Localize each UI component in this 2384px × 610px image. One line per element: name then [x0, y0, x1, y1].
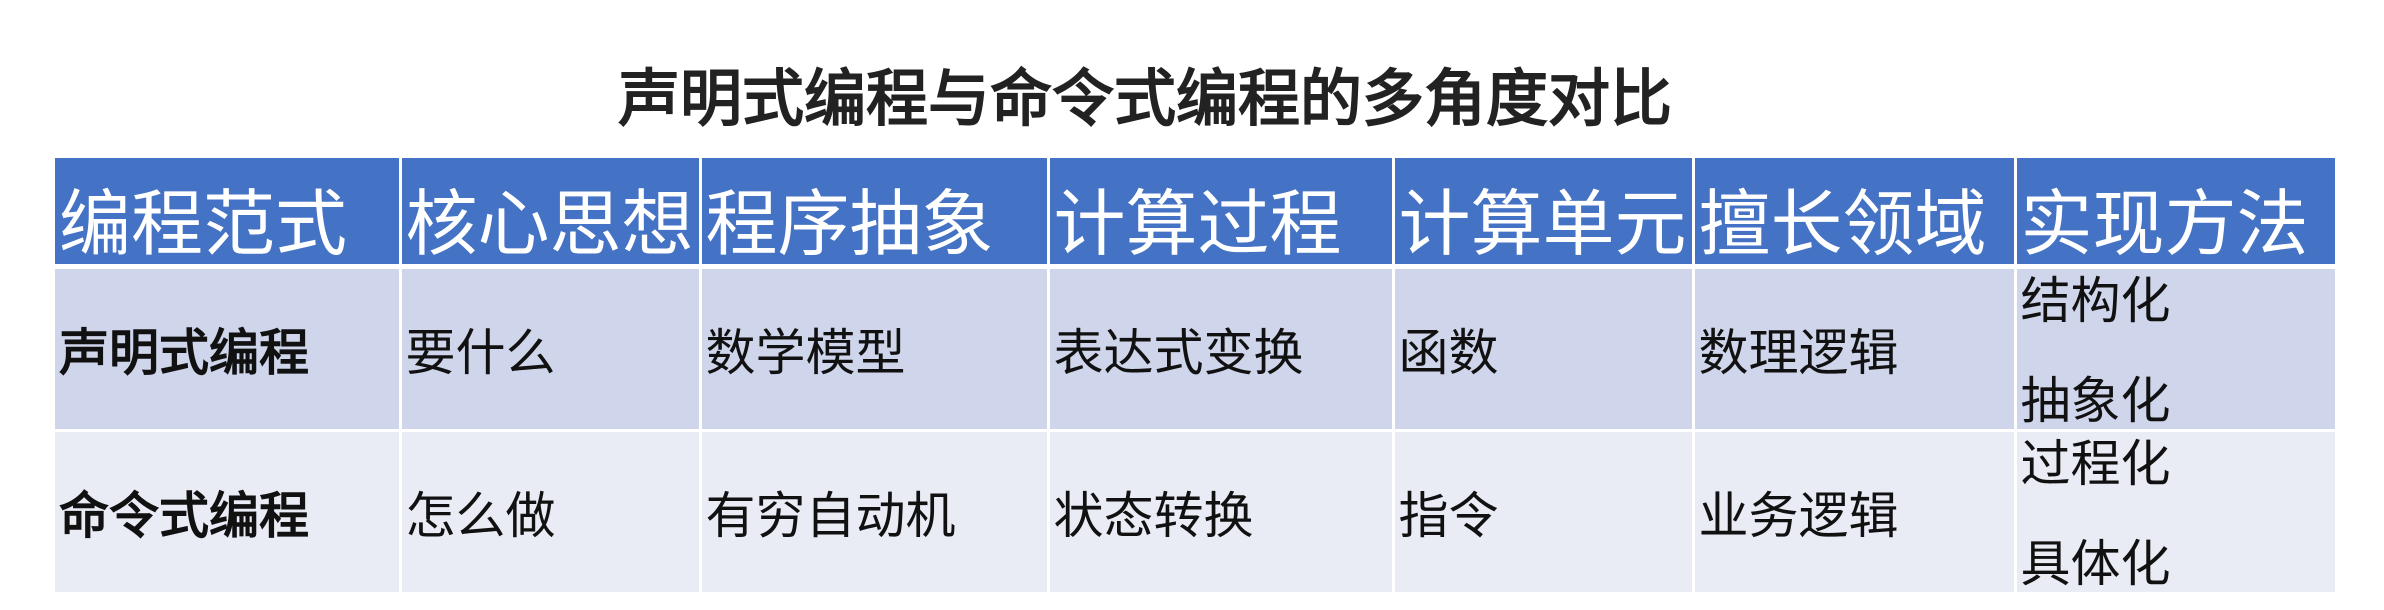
column-header-method: 实现方法 — [2015, 158, 2335, 269]
table-row: 声明式编程 要什么 数学模型 表达式变换 函数 数理逻辑 结构化 抽象化 — [55, 266, 2336, 432]
cell-unit: 函数 — [1393, 266, 1695, 432]
method-item: 结构化 — [2020, 272, 2171, 330]
method-list: 过程化 具体化 — [2021, 435, 2336, 589]
column-header-paradigm: 编程范式 — [55, 158, 402, 269]
cell-method: 过程化 具体化 — [2015, 430, 2336, 595]
page-title: 声明式编程与命令式编程的多角度对比 — [617, 62, 1672, 135]
column-header-abstraction: 程序抽象 — [700, 158, 1050, 269]
cell-abstraction: 数学模型 — [700, 266, 1050, 432]
cell-domain: 数理逻辑 — [1693, 266, 2017, 432]
table-row: 命令式编程 怎么做 有穷自动机 状态转换 指令 业务逻辑 过程化 具体化 — [55, 430, 2336, 595]
column-header-domain: 擅长领域 — [1693, 158, 2017, 269]
column-header-core-idea: 核心思想 — [400, 158, 702, 269]
method-item: 抽象化 — [2020, 372, 2171, 430]
method-list: 结构化 抽象化 — [2021, 272, 2336, 426]
cell-domain: 业务逻辑 — [1693, 430, 2017, 595]
comparison-table: 编程范式 核心思想 程序抽象 计算过程 计算单元 擅长领域 实现方法 声明式编程… — [55, 158, 2335, 595]
cell-core-idea: 要什么 — [400, 266, 702, 432]
table-header-row: 编程范式 核心思想 程序抽象 计算过程 计算单元 擅长领域 实现方法 — [55, 158, 2335, 269]
column-header-unit: 计算单元 — [1393, 158, 1695, 269]
cell-method: 结构化 抽象化 — [2015, 266, 2336, 432]
cell-core-idea: 怎么做 — [400, 430, 702, 595]
cell-process: 状态转换 — [1048, 430, 1395, 595]
method-item: 过程化 — [2020, 435, 2171, 493]
column-header-process: 计算过程 — [1048, 158, 1395, 269]
cell-paradigm: 命令式编程 — [55, 430, 402, 595]
cell-unit: 指令 — [1393, 430, 1695, 595]
cell-abstraction: 有穷自动机 — [700, 430, 1050, 595]
cell-process: 表达式变换 — [1048, 266, 1395, 432]
method-item: 具体化 — [2020, 535, 2171, 593]
cell-paradigm: 声明式编程 — [55, 266, 402, 432]
